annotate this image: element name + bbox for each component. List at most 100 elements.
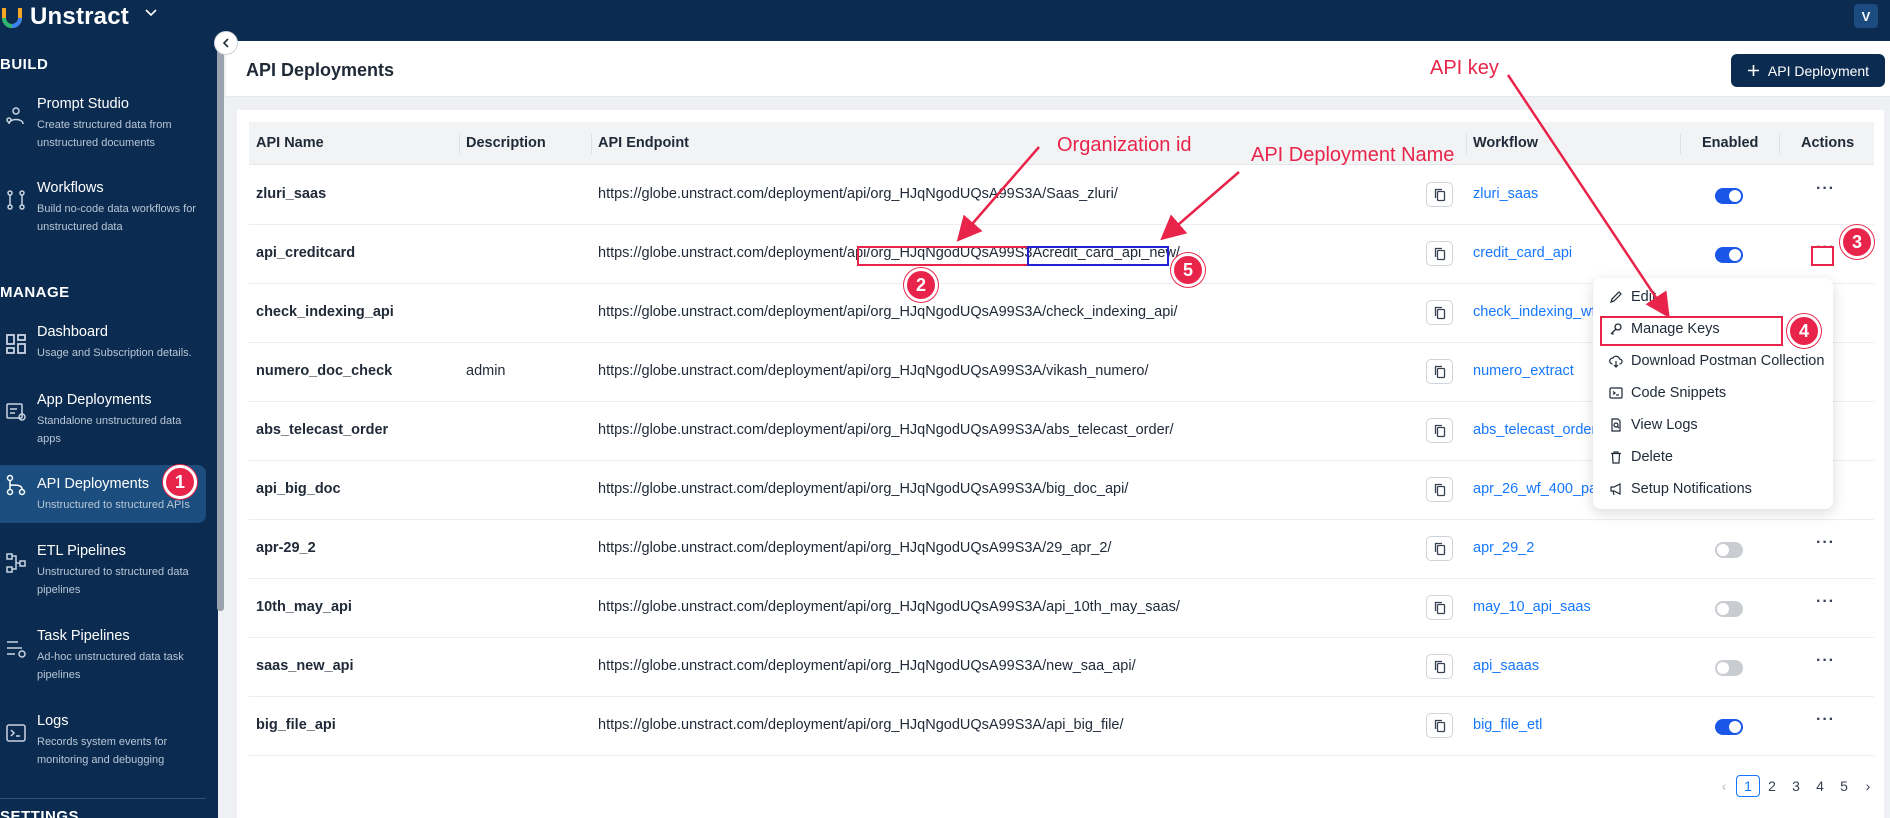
workflow-link[interactable]: abs_telecast_order bbox=[1473, 422, 1596, 438]
enabled-toggle[interactable] bbox=[1715, 601, 1743, 617]
menu-item-download-postman[interactable]: Download Postman Collection bbox=[1609, 351, 1824, 371]
menu-item-code-snippets[interactable]: Code Snippets bbox=[1609, 383, 1726, 403]
enabled-toggle[interactable] bbox=[1715, 542, 1743, 558]
add-api-deployment-button[interactable]: API Deployment bbox=[1731, 54, 1885, 87]
page-button-3[interactable]: 3 bbox=[1784, 775, 1808, 797]
menu-item-delete[interactable]: Delete bbox=[1609, 447, 1673, 467]
more-actions-button[interactable]: ··· bbox=[1816, 652, 1835, 670]
page-button-4[interactable]: 4 bbox=[1808, 775, 1832, 797]
api-name: apr-29_2 bbox=[256, 540, 316, 556]
sidebar-item-desc: Ad-hoc unstructured data task pipelines bbox=[37, 651, 184, 681]
next-page-button[interactable]: › bbox=[1856, 775, 1880, 797]
megaphone-icon bbox=[1610, 483, 1621, 496]
sidebar-item-label: Workflows bbox=[37, 180, 104, 196]
sidebar-item-workflows[interactable]: Workflows Build no-code data workflows f… bbox=[0, 180, 206, 240]
copy-endpoint-button[interactable] bbox=[1426, 654, 1453, 679]
page-button-5[interactable]: 5 bbox=[1832, 775, 1856, 797]
copy-icon bbox=[1434, 306, 1445, 319]
menu-item-label: Setup Notifications bbox=[1631, 481, 1752, 497]
user-avatar[interactable]: V bbox=[1854, 4, 1878, 28]
annotation-organization-id: Organization id bbox=[1057, 134, 1192, 156]
enabled-toggle[interactable] bbox=[1715, 660, 1743, 676]
api-description: admin bbox=[466, 363, 506, 379]
more-actions-button[interactable]: ··· bbox=[1816, 534, 1835, 552]
menu-item-setup-notifications[interactable]: Setup Notifications bbox=[1609, 479, 1752, 499]
column-header[interactable]: Workflow bbox=[1473, 135, 1538, 151]
highlight-org-id bbox=[857, 246, 1029, 266]
page-title: API Deployments bbox=[246, 60, 395, 80]
chevron-down-icon[interactable] bbox=[144, 6, 158, 20]
column-header[interactable]: Actions bbox=[1801, 135, 1854, 151]
table-row: zluri_saas https://globe.unstract.com/dep… bbox=[249, 166, 1874, 225]
workflow-link[interactable]: check_indexing_wf bbox=[1473, 304, 1596, 320]
copy-endpoint-button[interactable] bbox=[1426, 536, 1453, 561]
column-header[interactable]: Description bbox=[466, 135, 546, 151]
copy-icon bbox=[1434, 424, 1445, 437]
sidebar-item-label: App Deployments bbox=[37, 392, 152, 408]
copy-endpoint-button[interactable] bbox=[1426, 359, 1453, 384]
annotation-api-key: API key bbox=[1430, 57, 1499, 79]
edit-icon bbox=[1610, 291, 1622, 303]
highlight-actions-button bbox=[1811, 246, 1834, 266]
more-actions-button[interactable]: ··· bbox=[1816, 593, 1835, 611]
column-separator bbox=[459, 134, 460, 154]
column-separator bbox=[1680, 134, 1681, 154]
sidebar-item-task-pipelines[interactable]: Task Pipelines Ad-hoc unstructured data … bbox=[0, 628, 206, 688]
sidebar-divider bbox=[0, 798, 206, 799]
chevron-left-icon bbox=[222, 38, 229, 48]
workflow-link[interactable]: api_saaas bbox=[1473, 658, 1539, 674]
page-button-1[interactable]: 1 bbox=[1736, 775, 1760, 797]
copy-endpoint-button[interactable] bbox=[1426, 713, 1453, 738]
dashboard-icon bbox=[6, 334, 26, 354]
sidebar-item-desc: Records system events for monitoring and… bbox=[37, 736, 168, 766]
menu-item-view-logs[interactable]: View Logs bbox=[1609, 415, 1698, 435]
section-settings: SETTINGS bbox=[0, 808, 80, 818]
column-separator bbox=[1466, 134, 1467, 154]
sidebar-scrollbar[interactable] bbox=[217, 41, 224, 611]
copy-endpoint-button[interactable] bbox=[1426, 595, 1453, 620]
trash-icon bbox=[1611, 451, 1621, 464]
workflow-link[interactable]: numero_extract bbox=[1473, 363, 1574, 379]
highlight-deployment-name bbox=[1027, 246, 1169, 266]
prev-page-button[interactable]: ‹ bbox=[1712, 775, 1736, 797]
more-actions-button[interactable]: ··· bbox=[1816, 180, 1835, 198]
workflow-link[interactable]: credit_card_api bbox=[1473, 245, 1572, 261]
column-separator bbox=[1779, 134, 1780, 154]
copy-endpoint-button[interactable] bbox=[1426, 300, 1453, 325]
sidebar-item-etl-pipelines[interactable]: ETL Pipelines Unstructured to structured… bbox=[0, 543, 206, 603]
copy-endpoint-button[interactable] bbox=[1426, 241, 1453, 266]
workflow-link[interactable]: apr_29_2 bbox=[1473, 540, 1534, 556]
copy-endpoint-button[interactable] bbox=[1426, 182, 1453, 207]
step-badge-1: 1 bbox=[163, 465, 197, 499]
actions-dropdown-menu: Edit Manage Keys Download Postman Collec… bbox=[1593, 278, 1833, 509]
copy-endpoint-button[interactable] bbox=[1426, 477, 1453, 502]
sidebar-item-logs[interactable]: Logs Records system events for monitorin… bbox=[0, 713, 206, 773]
annotation-deployment-name: API Deployment Name bbox=[1251, 144, 1455, 166]
more-actions-button[interactable]: ··· bbox=[1816, 711, 1835, 729]
api-endpoint: https://globe.unstract.com/deployment/ap… bbox=[598, 422, 1174, 438]
copy-endpoint-button[interactable] bbox=[1426, 418, 1453, 443]
app-logo[interactable]: Unstract bbox=[0, 3, 129, 30]
workflow-link[interactable]: zluri_saas bbox=[1473, 186, 1538, 202]
column-header[interactable]: Enabled bbox=[1702, 135, 1758, 151]
column-header[interactable]: API Name bbox=[256, 135, 324, 151]
table-row: saas_new_api https://globe.unstract.com/d… bbox=[249, 638, 1874, 697]
enabled-toggle[interactable] bbox=[1715, 188, 1743, 204]
step-badge-2: 2 bbox=[904, 268, 938, 302]
endpoint-prefix: https://globe.unstract.com/deployment/ap… bbox=[598, 245, 871, 261]
workflow-link[interactable]: big_file_etl bbox=[1473, 717, 1542, 733]
menu-item-edit[interactable]: Edit bbox=[1609, 287, 1656, 307]
sidebar-item-dashboard[interactable]: Dashboard Usage and Subscription details… bbox=[0, 324, 206, 384]
collapse-sidebar-button[interactable] bbox=[214, 31, 238, 55]
sidebar: BUILD Prompt Studio Create structured da… bbox=[0, 41, 218, 818]
sidebar-item-prompt-studio[interactable]: Prompt Studio Create structured data fro… bbox=[0, 96, 206, 156]
sidebar-item-app-deployments[interactable]: App Deployments Standalone unstructured … bbox=[0, 392, 206, 452]
enabled-toggle[interactable] bbox=[1715, 719, 1743, 735]
menu-item-label: Code Snippets bbox=[1631, 385, 1727, 401]
enabled-toggle[interactable] bbox=[1715, 247, 1743, 263]
workflow-link[interactable]: may_10_api_saas bbox=[1473, 599, 1591, 615]
column-header[interactable]: API Endpoint bbox=[598, 135, 689, 151]
page-button-2[interactable]: 2 bbox=[1760, 775, 1784, 797]
workflow-link[interactable]: apr_26_wf_400_pa bbox=[1473, 481, 1597, 497]
sidebar-item-label: Logs bbox=[37, 713, 69, 729]
